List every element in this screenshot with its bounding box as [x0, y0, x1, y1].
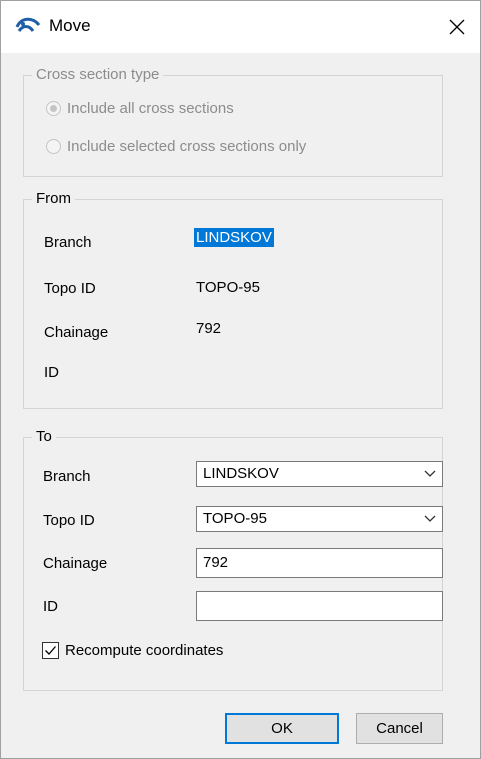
checkbox-box	[42, 642, 59, 659]
from-chainage-value: 792	[196, 320, 222, 337]
title-bar: Move	[1, 1, 480, 53]
to-branch-label: Branch	[43, 468, 91, 485]
close-icon	[449, 19, 465, 35]
cross-section-legend: Cross section type	[32, 66, 164, 83]
from-legend: From	[32, 190, 75, 207]
to-id-field[interactable]	[196, 591, 443, 621]
to-chainage-label: Chainage	[43, 555, 108, 572]
from-group: From Branch LINDSKOV Topo ID TOPO-95 Cha…	[23, 190, 443, 409]
to-branch-value: LINDSKOV	[203, 465, 279, 482]
to-legend: To	[32, 428, 56, 445]
radio-button	[46, 139, 61, 154]
ok-button[interactable]: OK	[225, 713, 339, 744]
from-chainage-label: Chainage	[44, 324, 109, 341]
to-topo-dropdown[interactable]: TOPO-95	[196, 506, 443, 532]
to-id-label: ID	[43, 598, 58, 615]
checkmark-icon	[45, 646, 56, 655]
recompute-coordinates-checkbox[interactable]: Recompute coordinates	[42, 642, 223, 659]
radio-include-selected[interactable]: Include selected cross sections only	[46, 138, 306, 155]
to-id-input[interactable]	[203, 597, 433, 614]
radio-label: Include all cross sections	[67, 100, 234, 117]
to-topo-value: TOPO-95	[203, 510, 267, 527]
from-branch-label: Branch	[44, 234, 92, 251]
cross-section-group: Cross section type Include all cross sec…	[23, 66, 443, 177]
cancel-button[interactable]: Cancel	[356, 713, 443, 744]
from-topo-label: Topo ID	[44, 280, 96, 297]
to-chainage-field[interactable]	[196, 548, 443, 578]
recompute-label: Recompute coordinates	[65, 642, 224, 659]
window-title: Move	[49, 16, 91, 35]
radio-button	[46, 101, 61, 116]
to-branch-dropdown[interactable]: LINDSKOV	[196, 461, 443, 487]
to-topo-label: Topo ID	[43, 512, 95, 529]
from-id-label: ID	[44, 364, 59, 381]
chevron-down-icon	[424, 470, 436, 477]
radio-include-all[interactable]: Include all cross sections	[46, 100, 234, 117]
close-button[interactable]	[434, 1, 480, 53]
from-branch-value[interactable]: LINDSKOV	[194, 228, 274, 247]
from-topo-value: TOPO-95	[196, 279, 260, 296]
to-chainage-input[interactable]	[203, 554, 433, 571]
radio-label: Include selected cross sections only	[67, 138, 307, 155]
wave-icon	[15, 17, 41, 32]
chevron-down-icon	[424, 515, 436, 522]
move-dialog: Move Cross section type Include all cros…	[0, 0, 481, 759]
